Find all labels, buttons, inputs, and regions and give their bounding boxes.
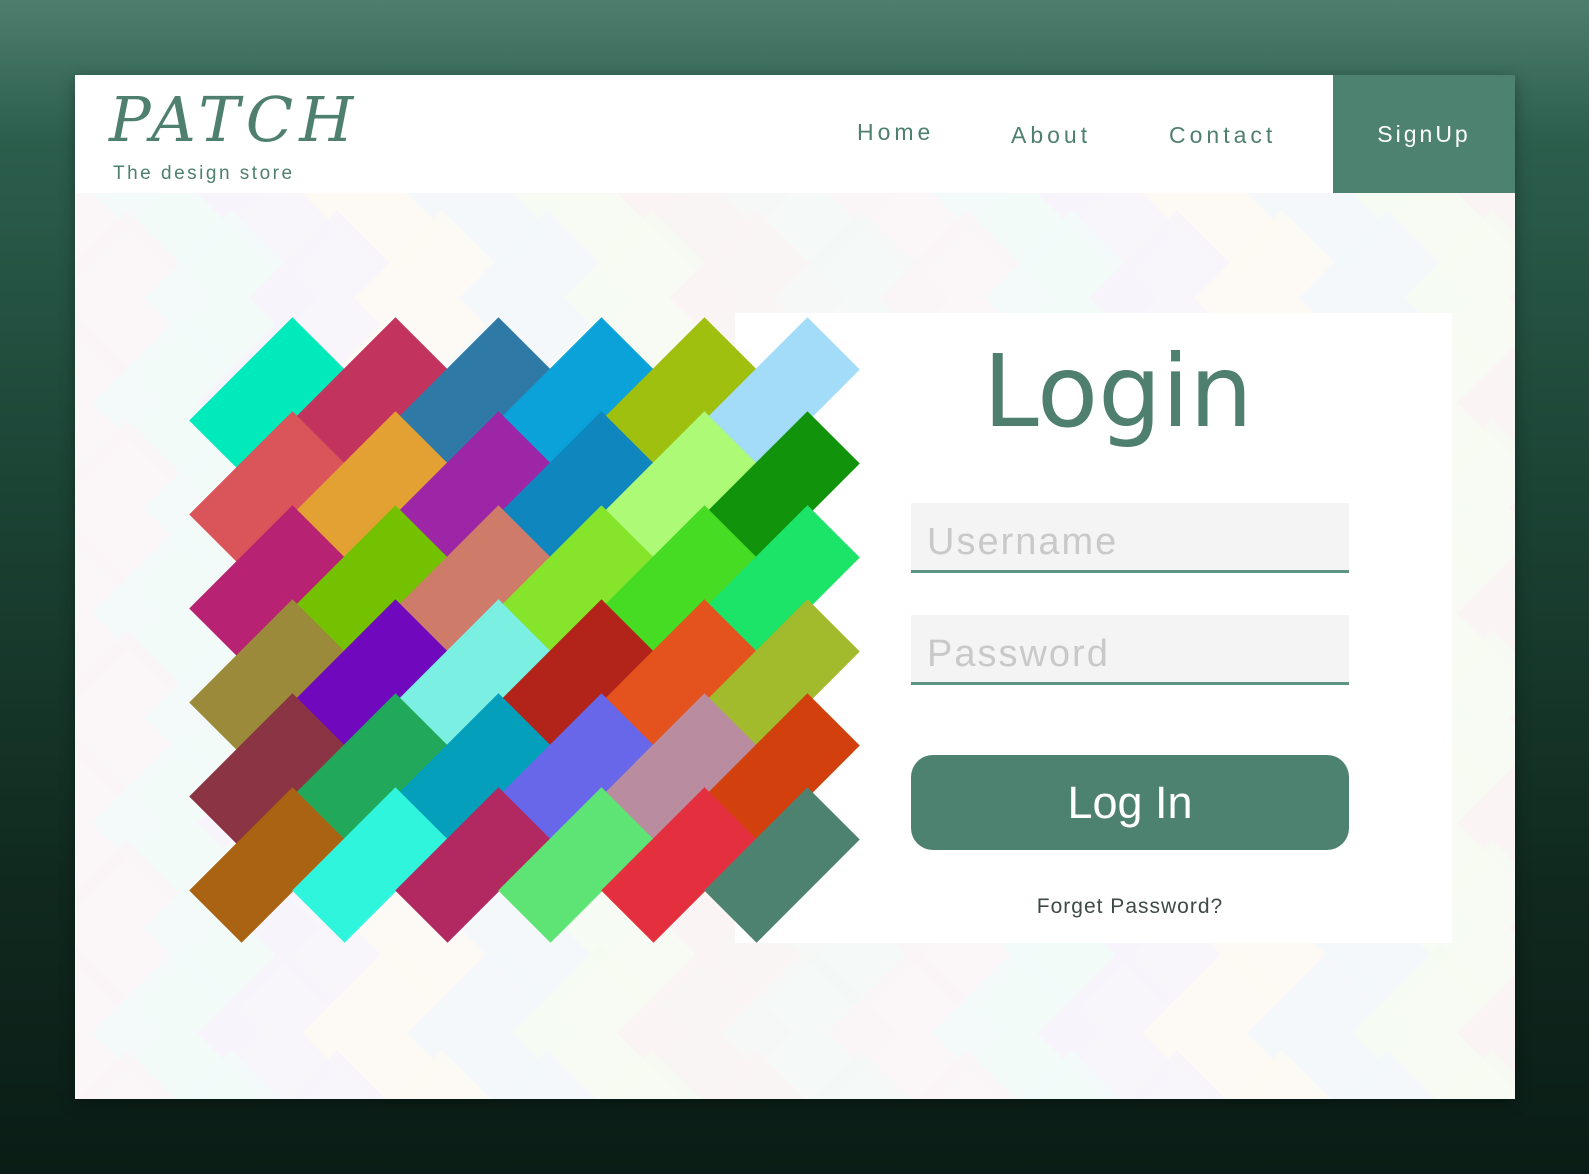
username-input[interactable] (911, 503, 1349, 573)
nav-about[interactable]: About (1011, 122, 1091, 149)
login-title: Login (983, 333, 1253, 450)
logo-tagline: The design store (113, 163, 295, 184)
signup-button[interactable]: SignUp (1333, 75, 1515, 193)
nav-home[interactable]: Home (857, 119, 934, 146)
nav-contact[interactable]: Contact (1169, 122, 1276, 149)
forgot-password-link[interactable]: Forget Password? (911, 895, 1349, 919)
header: PATCH The design store Home About Contac… (75, 75, 1515, 193)
logo[interactable]: PATCH (109, 89, 359, 151)
login-button[interactable]: Log In (911, 755, 1349, 850)
password-input[interactable] (911, 615, 1349, 685)
app-frame: PATCH The design store Home About Contac… (75, 75, 1515, 1099)
